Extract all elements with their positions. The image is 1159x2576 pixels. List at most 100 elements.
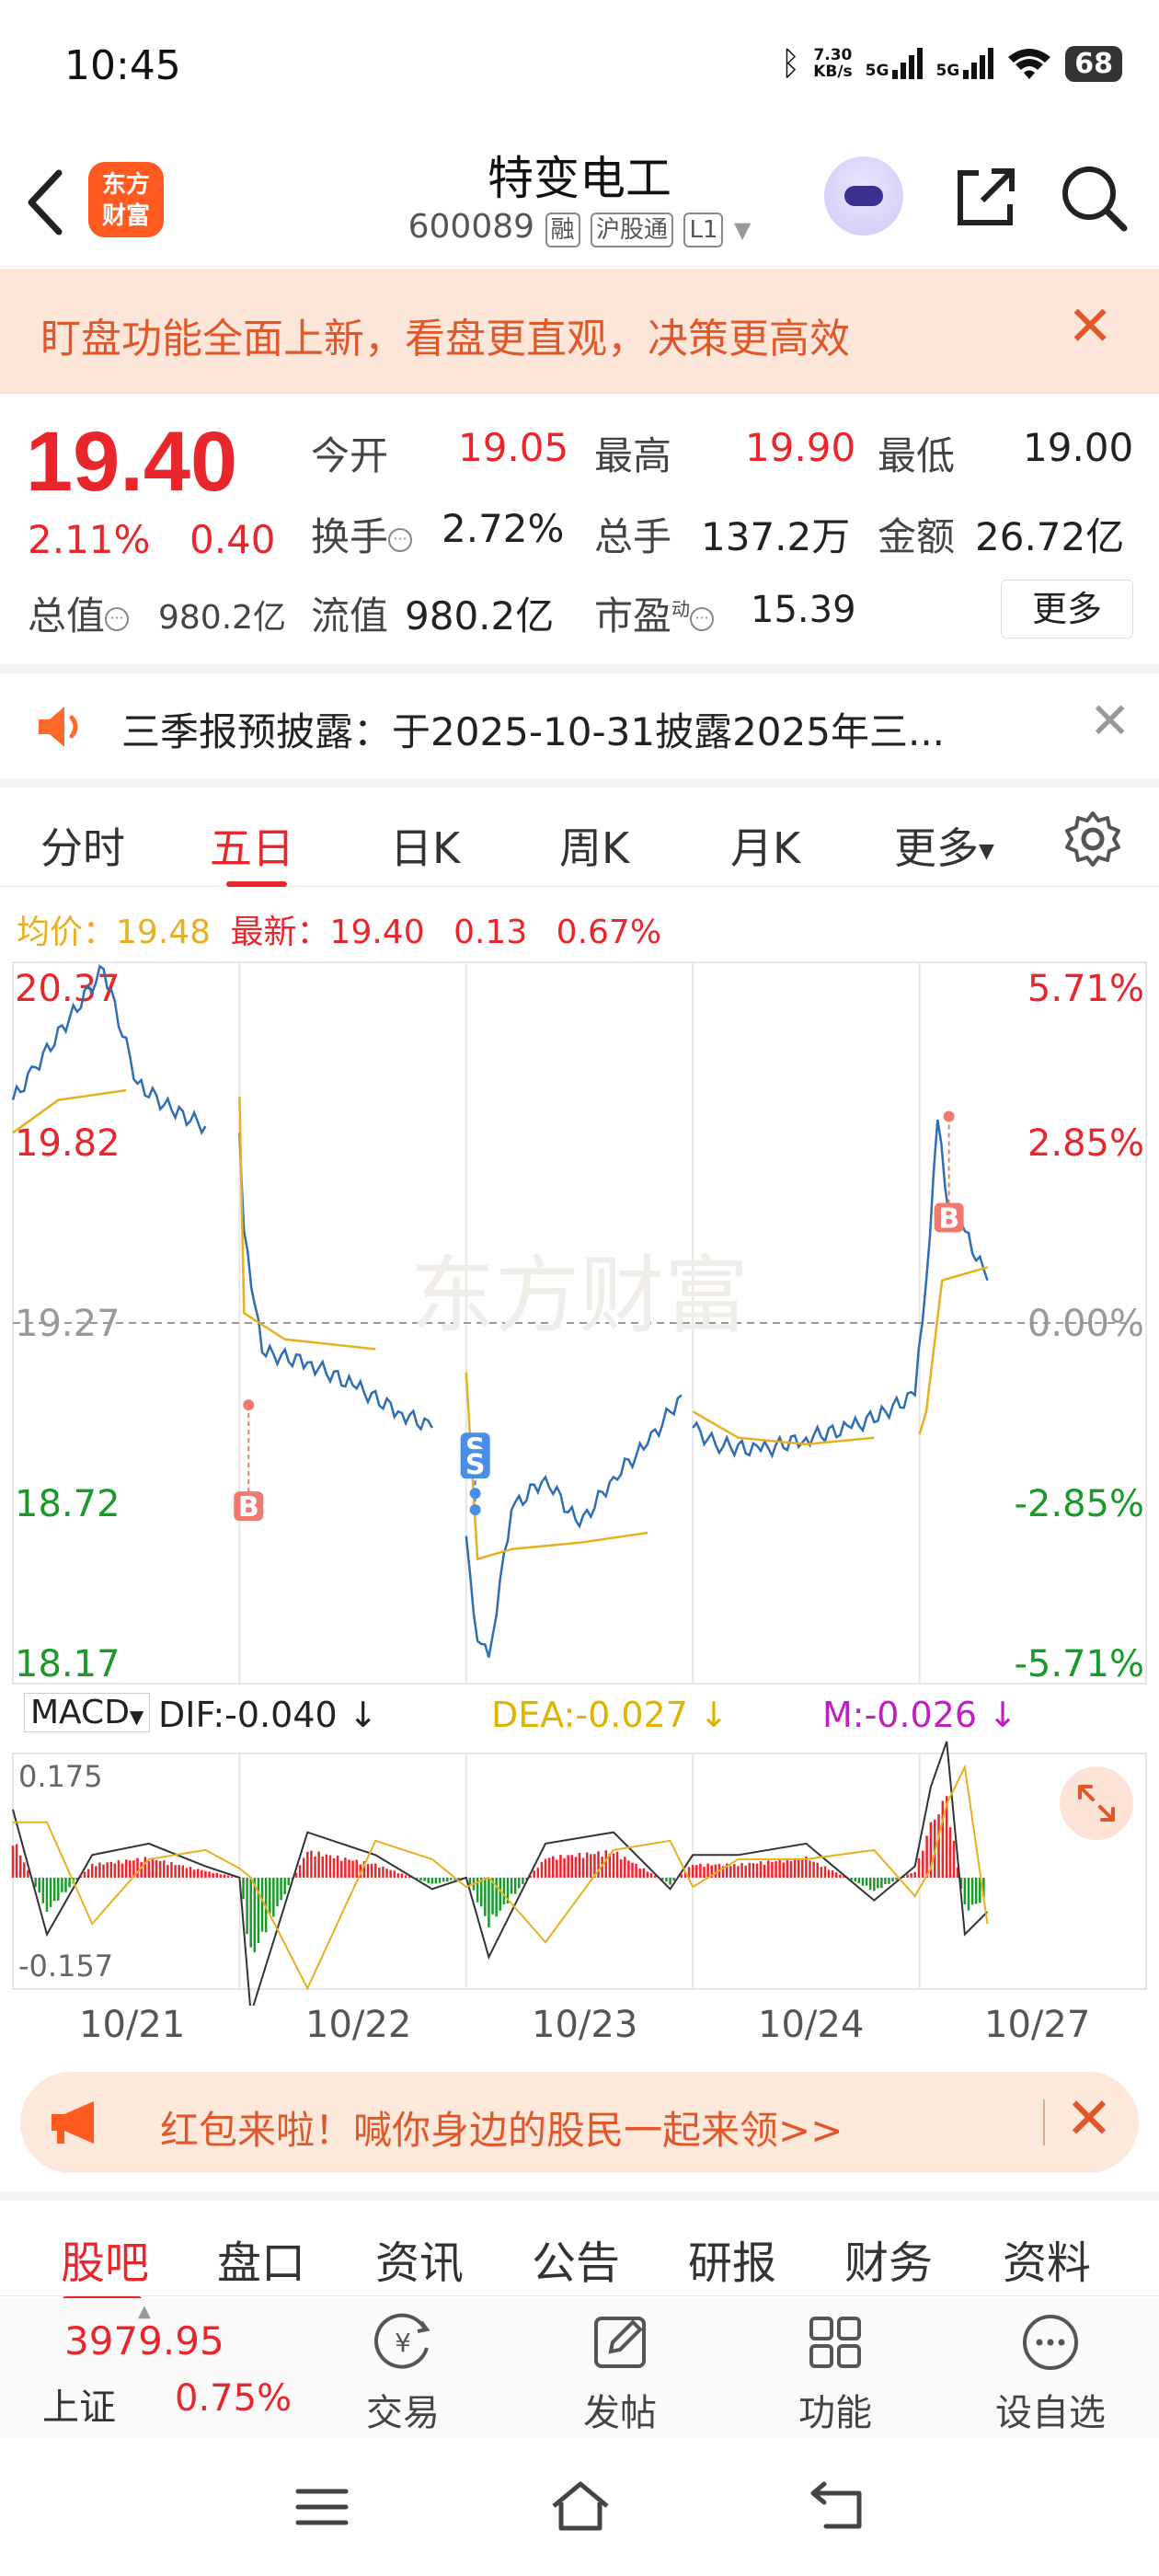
date-label: 10/21 xyxy=(79,2004,186,2046)
gear-icon xyxy=(1065,811,1120,867)
edit-icon xyxy=(594,2317,646,2368)
report-text: 三季报预披露：于2025-10-31披露2025年三... xyxy=(121,709,946,754)
tab-more-label: 更多 xyxy=(894,823,979,873)
grid-icon xyxy=(809,2317,861,2368)
open-value: 19.05 xyxy=(458,425,569,470)
tab-profile[interactable]: 资料 xyxy=(1003,2226,1091,2291)
tab-weekly-k[interactable]: 周K xyxy=(559,815,629,876)
dropdown-icon: ▼ xyxy=(129,1706,144,1728)
signal-icon-1: 5G xyxy=(866,48,924,79)
tab-monthly-k[interactable]: 月K xyxy=(730,815,800,876)
report-notice[interactable]: 三季报预披露：于2025-10-31披露2025年三... ✕ xyxy=(0,664,1159,776)
percent-tick-label: -2.85% xyxy=(1014,1483,1144,1525)
date-label: 10/27 xyxy=(984,2004,1091,2046)
svg-text:¥: ¥ xyxy=(395,2328,411,2358)
level-tag: L1 xyxy=(683,213,724,247)
battery-icon: 68 xyxy=(1065,45,1122,82)
latest-pct: 0.67% xyxy=(556,914,662,951)
expand-button[interactable] xyxy=(1060,1766,1133,1840)
index-percent[interactable]: 0.75% xyxy=(175,2377,292,2420)
notice-banner[interactable]: 盯盘功能全面上新，看盘更直观，决策更高效 ✕ xyxy=(0,269,1159,394)
net-speed-unit: KB/s xyxy=(813,63,853,81)
tab-research[interactable]: 研报 xyxy=(688,2226,776,2291)
amount-label: 金额 xyxy=(878,514,956,559)
close-icon[interactable]: ✕ xyxy=(1067,294,1113,359)
price-tick-label: 18.17 xyxy=(15,1643,120,1685)
menu-icon[interactable] xyxy=(294,2484,350,2530)
post-button[interactable]: 发帖 xyxy=(546,2311,694,2436)
tab-guba[interactable]: 股吧 xyxy=(61,2226,149,2291)
close-icon[interactable]: ✕ xyxy=(1065,2085,1113,2152)
net-speed: 7.30 KB/s xyxy=(813,47,852,80)
search-button[interactable] xyxy=(1058,162,1130,234)
trade-label: 交易 xyxy=(366,2392,440,2434)
stock-header: 东方 财富 特变电工 600089 融 沪股通 L1 ▼ xyxy=(0,138,1159,267)
marker-label: B xyxy=(238,1491,259,1524)
price-tick-label: 18.72 xyxy=(15,1483,120,1525)
tab-five-day[interactable]: 五日 xyxy=(210,815,294,876)
megaphone-icon xyxy=(52,2101,94,2144)
yen-circle-icon: ¥ xyxy=(374,2313,430,2369)
info-icon[interactable]: ··· xyxy=(388,527,413,552)
date-label: 10/23 xyxy=(532,2004,638,2046)
bluetooth-icon: ᛒ xyxy=(780,44,801,83)
price-tick-label: 19.82 xyxy=(15,1122,120,1165)
low-label: 最低 xyxy=(878,433,956,478)
functions-label: 功能 xyxy=(798,2392,872,2434)
float-value: 980.2亿 xyxy=(405,593,555,638)
home-icon[interactable] xyxy=(548,2478,613,2534)
status-bar: 10:45 ᛒ 7.30 KB/s 5G 5G 68 xyxy=(0,0,1159,138)
pe-sup: 动 xyxy=(671,598,691,620)
latest-label: 最新： xyxy=(230,914,330,951)
chart-watermark: 东方财富 xyxy=(410,1249,749,1343)
high-value: 19.90 xyxy=(745,425,856,470)
info-icon[interactable]: ··· xyxy=(690,606,715,631)
trade-button[interactable]: ¥ 交易 xyxy=(329,2311,476,2436)
close-icon[interactable]: ✕ xyxy=(1089,692,1130,750)
tab-announcements[interactable]: 公告 xyxy=(532,2226,620,2291)
speaker-icon xyxy=(39,707,78,747)
back-nav-icon[interactable] xyxy=(808,2480,868,2532)
macd-tick-label: -0.157 xyxy=(18,1949,113,1984)
tab-daily-k[interactable]: 日K xyxy=(390,815,460,876)
dif-value: DIF:-0.040 ↓ xyxy=(158,1695,378,1735)
back-button[interactable] xyxy=(22,166,77,239)
share-button[interactable] xyxy=(951,164,1019,232)
bottom-action-bar: ▲ 3979.95 上证 0.75% ¥ 交易 发帖 功能 设自选 xyxy=(0,2298,1159,2438)
tab-news[interactable]: 资讯 xyxy=(375,2226,464,2291)
five-day-chart[interactable]: 东方财富 20.3719.8219.2718.7218.17 5.71%2.85… xyxy=(0,957,1159,2006)
index-value[interactable]: 3979.95 xyxy=(64,2318,224,2363)
stock-subtitle[interactable]: 600089 融 沪股通 L1 ▼ xyxy=(377,208,782,247)
mktcap-label-text: 总值 xyxy=(28,593,106,638)
logo-line2: 财富 xyxy=(101,202,150,230)
macd-tick-label: 0.175 xyxy=(18,1759,103,1794)
net-speed-value: 7.30 xyxy=(813,46,853,64)
content-tabs: 股吧 盘口 资讯 公告 研报 财务 资料 xyxy=(0,2191,1159,2302)
tab-order-book[interactable]: 盘口 xyxy=(217,2226,305,2291)
red-packet-text: 红包来啦！喊你身边的股民一起来领>> xyxy=(160,2108,843,2153)
chevron-left-icon xyxy=(28,169,63,236)
red-packet-banner[interactable]: 红包来啦！喊你身边的股民一起来领>> ✕ xyxy=(20,2072,1139,2173)
settings-button[interactable] xyxy=(1063,810,1122,868)
connect-tag: 沪股通 xyxy=(590,213,673,247)
tab-more[interactable]: 更多▼ xyxy=(894,815,994,876)
low-value: 19.00 xyxy=(1023,425,1134,470)
indicator-select[interactable]: MACD▼ xyxy=(24,1693,151,1732)
avg-label: 均价： xyxy=(17,914,117,951)
assistant-avatar[interactable] xyxy=(824,156,903,236)
more-button[interactable]: 更多 xyxy=(1001,580,1133,638)
tab-finance[interactable]: 财务 xyxy=(844,2226,933,2291)
turnover-label: 换手 ··· xyxy=(311,506,413,562)
info-icon[interactable]: ··· xyxy=(105,606,130,631)
app-logo[interactable]: 东方 财富 xyxy=(88,162,164,237)
index-name[interactable]: 上证 xyxy=(42,2377,116,2431)
tab-intraday[interactable]: 分时 xyxy=(40,815,125,876)
post-label: 发帖 xyxy=(583,2392,657,2434)
functions-button[interactable]: 功能 xyxy=(762,2311,909,2436)
more-dots-icon xyxy=(1023,2315,1078,2370)
chart-info-line: 均价：19.48 最新：19.40 0.13 0.67% xyxy=(17,905,661,953)
percent-tick-label: 5.71% xyxy=(1027,968,1144,1010)
add-watchlist-button[interactable]: 设自选 xyxy=(977,2311,1124,2436)
turnover-label-text: 换手 xyxy=(311,514,389,559)
current-price: 19.40 xyxy=(26,415,238,509)
